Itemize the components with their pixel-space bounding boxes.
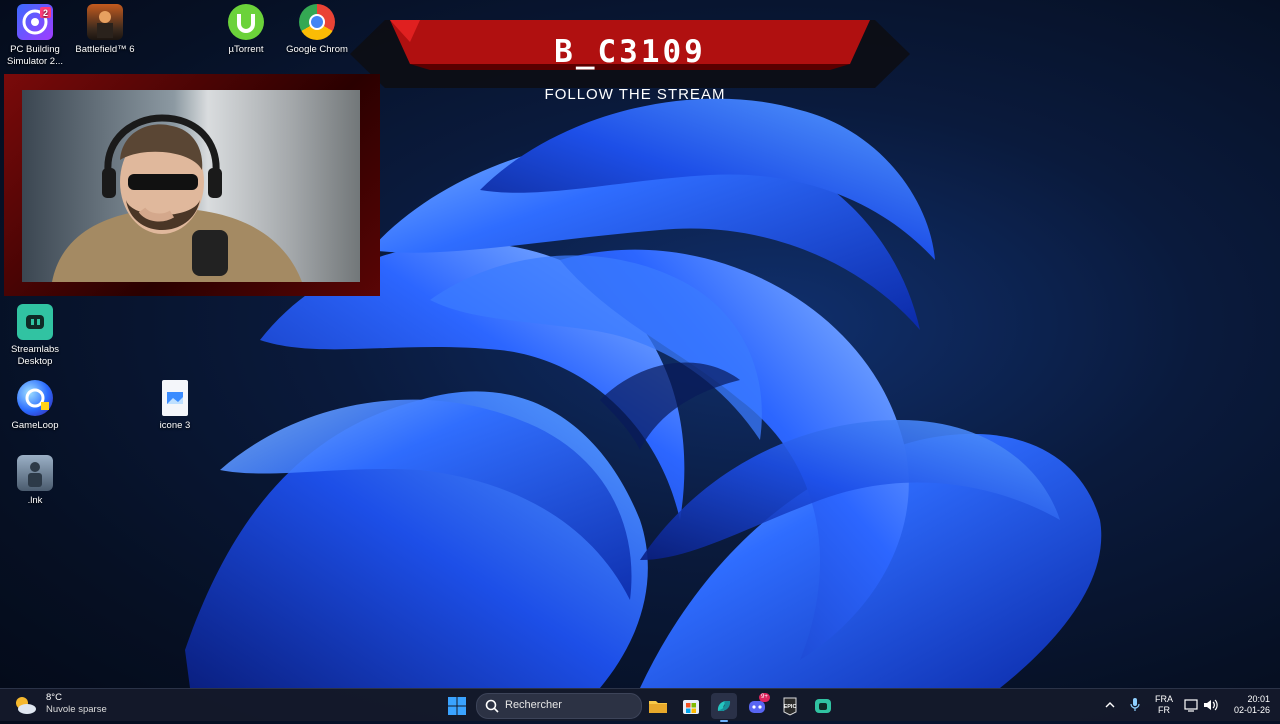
streamlabs-icon (17, 304, 53, 340)
volume-icon[interactable] (1203, 698, 1219, 712)
webcam-feed (22, 90, 360, 282)
clock[interactable]: 20:01 02-01-26 (1222, 692, 1276, 718)
desktop-icon-battlefield[interactable]: Battlefield™ 6 (70, 4, 140, 56)
taskbar-microsoft-store[interactable] (678, 693, 704, 719)
desktop-icon-label: .lnk (27, 495, 43, 506)
taskbar: 8°C Nuvole sparse Rechercher 9+ EPIC FRA… (0, 688, 1280, 722)
desktop-icon-label: Streamlabs Desktop (10, 344, 60, 367)
weather-description: Nuvole sparse (46, 704, 107, 715)
desktop-icon-chrome[interactable]: Google Chrom (282, 4, 352, 56)
desktop-icon-label: Google Chrom (286, 44, 348, 55)
taskbar-epic-games[interactable]: EPIC (777, 693, 803, 719)
weather-widget[interactable]: 8°C Nuvole sparse (8, 689, 118, 721)
language-indicator[interactable]: FRA FR (1152, 693, 1176, 717)
keyboard-layout: FR (1158, 705, 1170, 715)
microphone-icon[interactable] (1129, 697, 1141, 713)
clock-date: 02-01-26 (1233, 705, 1270, 715)
desktop-icon-label: PC Building Simulator 2... (7, 44, 63, 67)
pc-building-simulator-icon: 2 (17, 4, 53, 40)
svg-text:2: 2 (43, 8, 48, 18)
network-icon[interactable] (1184, 698, 1200, 712)
windows-start-icon (448, 697, 466, 715)
desktop-icon-pc-building-simulator[interactable]: 2 PC Building Simulator 2... (0, 4, 70, 68)
desktop-icon-gameloop[interactable]: GameLoop (0, 380, 70, 432)
webcam-frame (4, 74, 380, 296)
start-button[interactable] (444, 693, 470, 719)
app-swirl-icon (717, 701, 731, 711)
desktop-icon-label: GameLoop (11, 420, 59, 431)
desktop-icon-lnk[interactable]: .lnk (0, 455, 70, 507)
chevron-up-icon[interactable] (1104, 699, 1116, 711)
weather-cloud-icon (16, 697, 36, 714)
taskbar-copilot-app[interactable] (711, 693, 737, 722)
desktop-icon-label: icone 3 (159, 420, 191, 431)
search-placeholder: Rechercher (505, 699, 562, 711)
desktop-icon-label: µTorrent (228, 44, 264, 55)
discord-notification-badge: 9+ (759, 693, 770, 702)
taskbar-file-explorer[interactable] (645, 693, 671, 719)
image-file-icon (162, 380, 188, 416)
chrome-icon (299, 4, 335, 40)
folder-icon (649, 701, 667, 713)
taskbar-streamlabs[interactable] (810, 693, 836, 719)
desktop-icon-utorrent[interactable]: µTorrent (211, 4, 281, 56)
desktop-icon-icone3[interactable]: icone 3 (140, 380, 210, 432)
search-icon (485, 699, 499, 713)
stream-banner: B_C3109 FOLLOW THE STREAM (350, 14, 910, 103)
epic-games-icon: EPIC (783, 697, 797, 716)
desktop-icon-streamlabs[interactable]: Streamlabs Desktop (0, 304, 70, 368)
clock-time: 20:01 (1247, 694, 1270, 704)
follow-tagline: FOLLOW THE STREAM (544, 86, 726, 103)
language-code: FRA (1155, 694, 1173, 704)
taskbar-discord[interactable]: 9+ (744, 693, 770, 719)
taskbar-search-box[interactable]: Rechercher (476, 693, 642, 719)
svg-text:EPIC: EPIC (784, 704, 797, 710)
weather-temperature: 8°C (46, 692, 62, 703)
gameloop-icon (17, 380, 53, 416)
game-shortcut-icon (17, 455, 53, 491)
utorrent-icon (228, 4, 264, 40)
store-icon (683, 700, 699, 714)
desktop-icon-label: Battlefield™ 6 (75, 44, 135, 55)
channel-name: B_C3109 (554, 34, 706, 70)
battlefield-icon (87, 4, 123, 40)
streamlabs-taskbar-icon (815, 699, 831, 713)
